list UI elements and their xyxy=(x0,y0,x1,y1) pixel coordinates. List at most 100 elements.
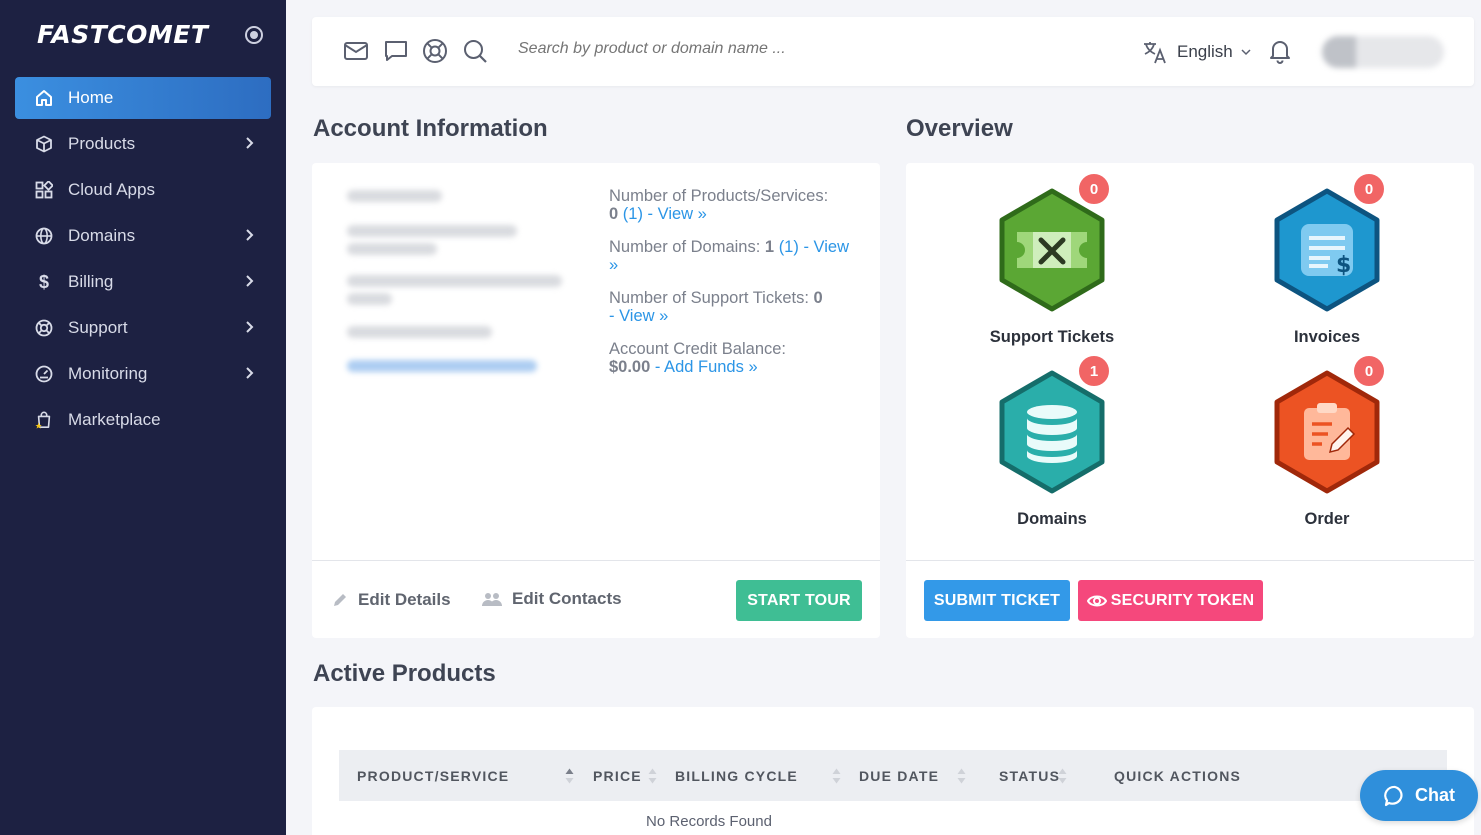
blurred-address-line xyxy=(347,243,437,255)
sidebar-item-support[interactable]: Support xyxy=(15,307,271,349)
sidebar-collapse-icon[interactable] xyxy=(245,26,263,44)
stat-products: Number of Products/Services: 0 (1) - Vie… xyxy=(609,187,829,223)
sort-icon[interactable] xyxy=(648,767,657,785)
mail-icon[interactable] xyxy=(343,38,369,64)
edit-contacts-link[interactable]: Edit Contacts xyxy=(482,589,622,609)
sidebar-item-domains[interactable]: Domains xyxy=(15,215,271,257)
shopping-bag-star-icon xyxy=(35,411,53,429)
overview-card: Support Tickets 0 $ Invoices 0 Domains 1 xyxy=(906,163,1474,638)
language-label: English xyxy=(1177,42,1233,61)
column-header-status[interactable]: STATUS xyxy=(999,768,1060,784)
box-icon xyxy=(35,135,53,153)
chevron-right-icon xyxy=(246,321,254,333)
sidebar-item-home[interactable]: Home xyxy=(15,77,271,119)
empty-table-message: No Records Found xyxy=(646,813,772,830)
sort-icon[interactable] xyxy=(832,767,841,785)
submit-ticket-button[interactable]: SUBMIT TICKET xyxy=(924,580,1070,621)
count-badge: 0 xyxy=(1352,354,1386,388)
account-info-card: Number of Products/Services: 0 (1) - Vie… xyxy=(312,163,880,638)
contacts-icon xyxy=(482,593,502,606)
column-header-quick-actions: QUICK ACTIONS xyxy=(1114,768,1242,784)
sidebar-item-label: Home xyxy=(68,88,114,107)
card-divider xyxy=(312,560,880,561)
chevron-right-icon xyxy=(246,367,254,379)
stat-domains: Number of Domains: 1 (1) - View » xyxy=(609,238,849,274)
tile-invoices[interactable]: $ Invoices 0 xyxy=(1237,172,1417,347)
tile-label: Support Tickets xyxy=(989,328,1115,346)
chat-bubble-icon[interactable] xyxy=(383,38,409,64)
top-bar: English xyxy=(312,17,1474,86)
overview-title: Overview xyxy=(906,115,1013,142)
products-table-header: PRODUCT/SERVICE PRICE BILLING CYCLE DUE … xyxy=(339,750,1447,801)
sidebar-item-label: Monitoring xyxy=(68,364,148,383)
pencil-icon xyxy=(334,594,346,606)
tile-label: Order xyxy=(1304,510,1350,528)
sort-asc-icon[interactable] xyxy=(565,767,574,785)
column-header-price[interactable]: PRICE xyxy=(593,768,642,784)
tickets-view-link[interactable]: - View » xyxy=(609,307,668,325)
sort-icon[interactable] xyxy=(957,767,966,785)
account-stats: Number of Products/Services: 0 (1) - Vie… xyxy=(609,187,859,391)
invoice-dollar-icon: $ xyxy=(1274,188,1380,312)
blurred-address-line xyxy=(347,225,517,237)
user-menu-avatar[interactable] xyxy=(1322,36,1444,68)
tile-domains[interactable]: Domains 1 xyxy=(962,354,1142,529)
edit-details-link[interactable]: Edit Details xyxy=(332,590,451,610)
add-funds-link[interactable]: - Add Funds » xyxy=(655,358,758,376)
sort-icon[interactable] xyxy=(1058,767,1067,785)
chevron-right-icon xyxy=(246,137,254,149)
sidebar-item-label: Billing xyxy=(68,272,114,291)
sidebar-item-billing[interactable]: $ Billing xyxy=(15,261,271,303)
sidebar-item-label: Marketplace xyxy=(68,410,161,429)
column-header-due-date[interactable]: DUE DATE xyxy=(859,768,939,784)
lifebuoy-icon xyxy=(35,319,53,337)
stat-tickets: Number of Support Tickets: 0 - View » xyxy=(609,289,823,325)
sidebar-item-cloud-apps[interactable]: Cloud Apps xyxy=(15,169,271,211)
sidebar-item-label: Cloud Apps xyxy=(68,180,155,199)
search-input[interactable] xyxy=(518,40,1078,58)
active-products-title: Active Products xyxy=(313,660,496,687)
tile-order[interactable]: Order 0 xyxy=(1237,354,1417,529)
stat-credit: Account Credit Balance: $0.00 - Add Fund… xyxy=(609,340,787,376)
sidebar-item-label: Products xyxy=(68,134,136,153)
sidebar-item-label: Domains xyxy=(68,226,136,245)
tile-support-tickets[interactable]: Support Tickets 0 xyxy=(962,172,1142,347)
home-icon xyxy=(35,89,53,107)
globe-icon xyxy=(35,227,53,245)
count-badge: 1 xyxy=(1077,354,1111,388)
column-header-product[interactable]: PRODUCT/SERVICE xyxy=(357,768,509,784)
chevron-right-icon xyxy=(246,229,254,241)
clipboard-edit-icon xyxy=(1274,370,1380,494)
support-ring-icon[interactable] xyxy=(422,38,448,64)
svg-text:$: $ xyxy=(1336,253,1351,278)
chat-button[interactable]: Chat xyxy=(1360,770,1478,821)
products-view-link[interactable]: (1) - View » xyxy=(623,205,707,223)
sidebar: FASTCOMET Home Products Cloud Apps Domai… xyxy=(0,0,286,835)
chevron-down-icon xyxy=(1241,49,1251,56)
count-badge: 0 xyxy=(1352,172,1386,206)
tile-label: Invoices xyxy=(1293,328,1361,346)
blurred-city-line xyxy=(347,275,562,287)
sidebar-item-marketplace[interactable]: Marketplace xyxy=(15,399,271,441)
language-selector[interactable]: English xyxy=(1142,39,1253,65)
blurred-country xyxy=(347,326,492,338)
fastcomet-logo[interactable]: FASTCOMET xyxy=(37,20,208,49)
dollar-icon: $ xyxy=(38,271,49,292)
sidebar-nav: Home Products Cloud Apps Domains $ Billi… xyxy=(15,77,271,445)
account-info-title: Account Information xyxy=(313,115,548,142)
sidebar-item-products[interactable]: Products xyxy=(15,123,271,165)
blurred-email xyxy=(347,360,537,372)
column-header-billing-cycle[interactable]: BILLING CYCLE xyxy=(675,768,798,784)
translate-icon xyxy=(1144,42,1166,64)
count-badge: 0 xyxy=(1077,172,1111,206)
start-tour-button[interactable]: START TOUR xyxy=(736,580,862,621)
blurred-city-line xyxy=(347,293,392,305)
search-icon[interactable] xyxy=(462,38,488,64)
ticket-tools-icon xyxy=(999,188,1105,312)
tile-label: Domains xyxy=(1017,510,1087,528)
bell-icon[interactable] xyxy=(1267,38,1293,64)
sidebar-item-monitoring[interactable]: Monitoring xyxy=(15,353,271,395)
security-token-button[interactable]: SECURITY TOKEN xyxy=(1078,580,1263,621)
chevron-right-icon xyxy=(246,275,254,287)
apps-icon xyxy=(35,181,53,199)
